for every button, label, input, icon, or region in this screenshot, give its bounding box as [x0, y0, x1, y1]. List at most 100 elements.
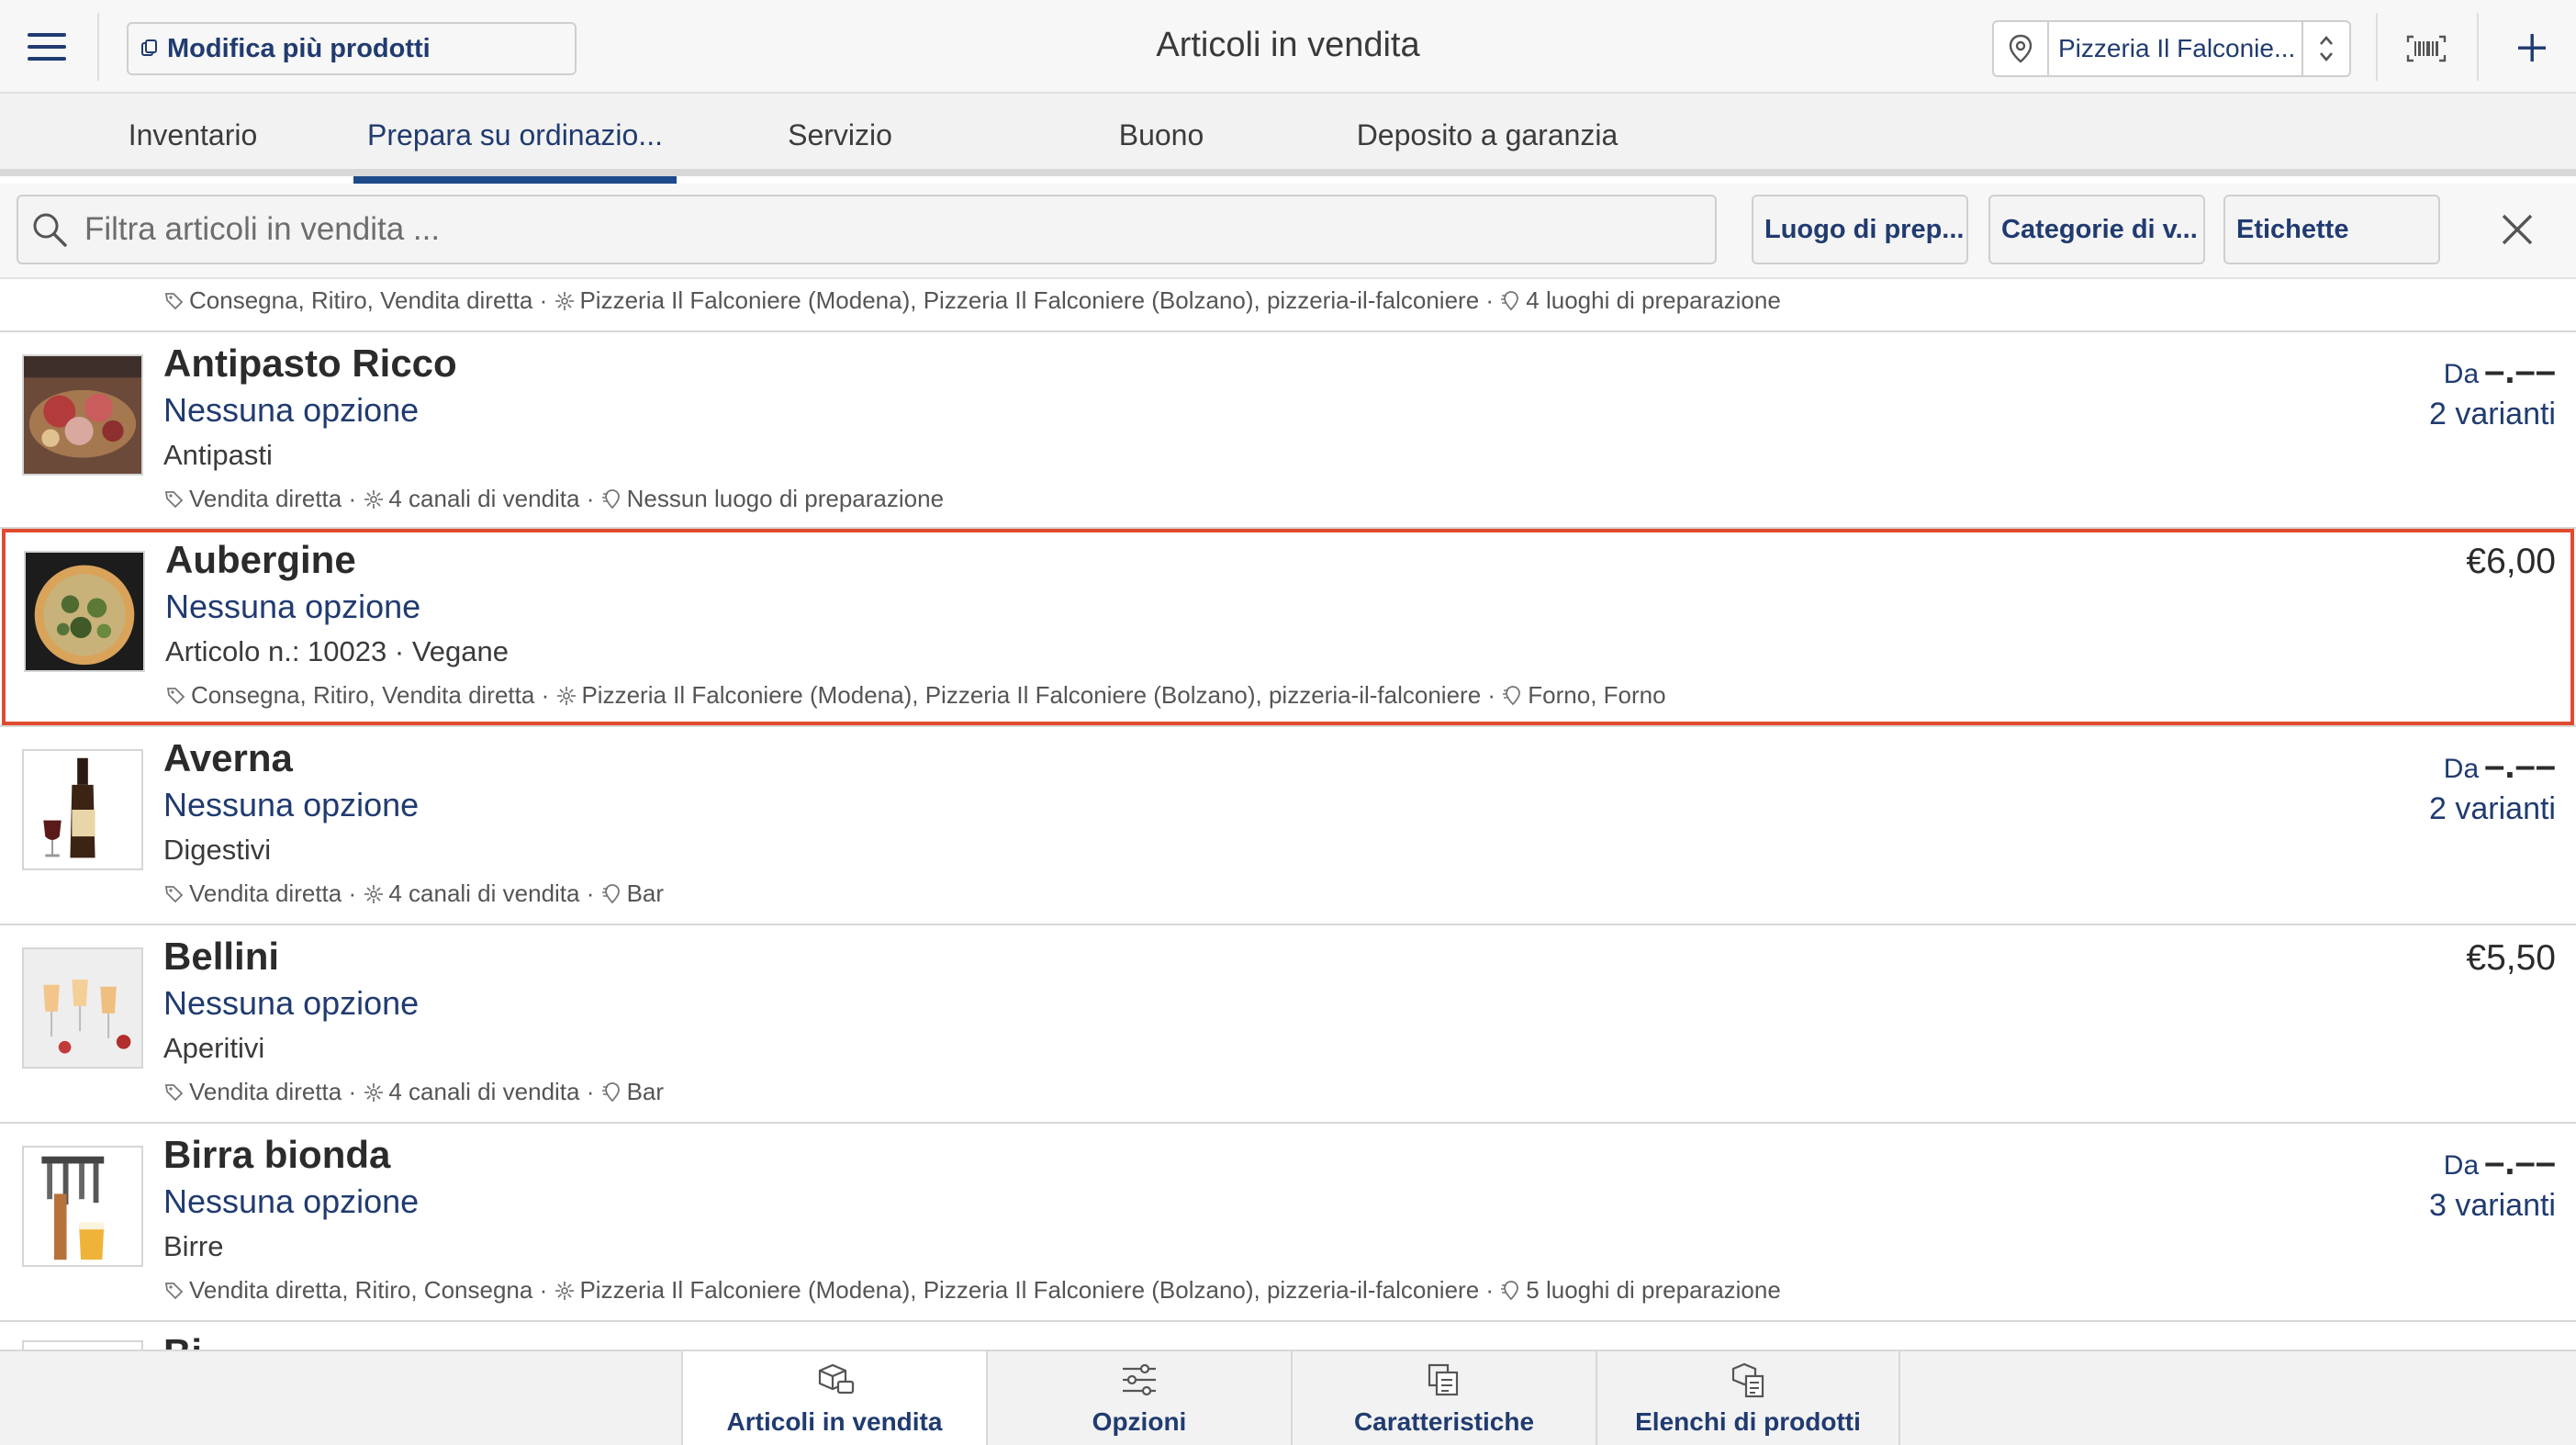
- stores-text: 4 canali di vendita: [388, 1078, 580, 1105]
- product-image-antipasto: [22, 354, 143, 476]
- product-list-icon: [1731, 1362, 1764, 1398]
- bottom-tab-label: Opzioni: [1092, 1407, 1187, 1436]
- list-item[interactable]: Birra bionda Nessuna opzione Birre Vendi…: [0, 1124, 2576, 1318]
- product-category: Birre: [163, 1230, 224, 1262]
- list-item-partial[interactable]: Bi...: [0, 1322, 2576, 1350]
- bottom-tab-label: Caratteristiche: [1353, 1407, 1535, 1436]
- price-value: –.––: [2484, 351, 2556, 391]
- product-name: Bellini: [163, 935, 280, 978]
- product-category: Aperitivi: [163, 1032, 265, 1064]
- product-category: Articolo n.: 10023 · Vegane: [165, 635, 509, 667]
- variants-count: 3 varianti: [2429, 1188, 2556, 1223]
- price-prefix: Da: [2443, 1150, 2480, 1181]
- sliders-icon: [1123, 1363, 1156, 1396]
- preparation-place-icon: [1501, 1281, 1519, 1301]
- box-tag-icon: [818, 1363, 855, 1395]
- channels-text: Consegna, Ritiro, Vendita diretta: [189, 286, 533, 314]
- product-image-bellini: [22, 947, 143, 1069]
- divider: [97, 13, 99, 81]
- add-plus-icon[interactable]: [2506, 22, 2558, 73]
- product-meta: Vendita diretta · 4 canali di vendita · …: [163, 485, 944, 513]
- stores-text: Pizzeria Il Falconiere (Modena), Pizzeri…: [581, 681, 1482, 709]
- location-value: Pizzeria Il Falconie...: [2058, 34, 2296, 62]
- bottom-tab-label: Elenchi di prodotti: [1635, 1407, 1861, 1436]
- bottom-navigation: Articoli in vendita Opzioni Caratteristi…: [0, 1350, 2576, 1445]
- search-input[interactable]: [84, 211, 1645, 248]
- edit-multiple-icon: [141, 39, 157, 56]
- tab-inventario[interactable]: Inventario: [92, 94, 294, 176]
- tab-buono[interactable]: Buono: [1065, 94, 1258, 176]
- sales-channels-icon: [364, 490, 384, 509]
- bottom-tab-opzioni[interactable]: Opzioni: [986, 1351, 1291, 1445]
- top-header: Modifica più prodotti Articoli in vendit…: [0, 0, 2576, 94]
- filter-labels-button[interactable]: Etichette: [2223, 195, 2440, 264]
- channels-text: Vendita diretta: [189, 485, 342, 512]
- price-value: –.––: [2484, 1142, 2556, 1182]
- tags-icon: [164, 293, 184, 310]
- product-meta: Consegna, Ritiro, Vendita diretta · Pizz…: [165, 681, 1666, 710]
- variants-count: 2 varianti: [2429, 791, 2556, 826]
- list-item-selected[interactable]: Aubergine Nessuna opzione Articolo n.: 1…: [2, 529, 2574, 725]
- list-item[interactable]: Averna Nessuna opzione Digestivi Vendita…: [0, 727, 2576, 922]
- sales-channels-icon: [364, 1083, 384, 1102]
- tab-prepara-su-ordinazione[interactable]: Prepara su ordinazio...: [353, 94, 677, 184]
- filter-bar: Luogo di prep... Categorie di v... Etich…: [0, 184, 2576, 279]
- map-pin-icon: [1994, 22, 2049, 75]
- product-category: Digestivi: [163, 834, 272, 866]
- list-item[interactable]: Bellini Nessuna opzione Aperitivi Vendit…: [0, 925, 2576, 1120]
- product-option: Nessuna opzione: [163, 786, 420, 823]
- product-meta: Vendita diretta, Ritiro, Consegna · Pizz…: [163, 1276, 1781, 1305]
- search-box[interactable]: [17, 195, 1717, 264]
- product-name: Birra bionda: [163, 1133, 391, 1176]
- product-name: Bi...: [163, 1331, 234, 1350]
- price-range: Da –.––: [2444, 351, 2556, 392]
- preparation-place-icon: [601, 884, 620, 904]
- chevron-up-down-icon: [2302, 22, 2349, 75]
- channels-text: Vendita diretta: [189, 879, 342, 907]
- sales-channels-icon: [364, 885, 384, 903]
- filter-categories-button[interactable]: Categorie di v...: [1988, 195, 2205, 264]
- tab-servizio[interactable]: Servizio: [744, 94, 936, 176]
- prep-text: Nessun luogo di preparazione: [626, 485, 945, 512]
- attributes-icon: [1428, 1363, 1459, 1396]
- prep-text: Bar: [626, 879, 665, 907]
- preparation-place-icon: [1501, 291, 1519, 311]
- bottom-tab-articoli-in-vendita[interactable]: Articoli in vendita: [681, 1351, 986, 1445]
- product-category: Antipasti: [163, 439, 273, 471]
- hamburger-menu-icon[interactable]: [0, 0, 94, 94]
- channels-text: Vendita diretta, Ritiro, Consegna: [189, 1276, 533, 1304]
- edit-multiple-products-button[interactable]: Modifica più prodotti: [127, 22, 577, 75]
- variants-count: 2 varianti: [2429, 397, 2556, 431]
- search-icon: [33, 213, 67, 247]
- product-image-birra-bionda: [22, 1146, 143, 1267]
- close-icon[interactable]: [2493, 206, 2541, 253]
- tab-deposito-a-garanzia[interactable]: Deposito a garanzia: [1340, 94, 1634, 176]
- price-range: Da –.––: [2444, 745, 2556, 787]
- tags-icon: [166, 688, 185, 705]
- sales-channels-icon: [555, 292, 575, 310]
- price-prefix: Da: [2443, 359, 2480, 389]
- page-title: Articoli in vendita: [1156, 26, 1420, 64]
- product-image-partial: [22, 1340, 143, 1350]
- stores-text: Pizzeria Il Falconiere (Modena), Pizzeri…: [579, 1276, 1480, 1304]
- products-list[interactable]: Consegna, Ritiro, Vendita diretta · Pizz…: [0, 279, 2576, 1350]
- edit-multiple-label: Modifica più prodotti: [167, 33, 431, 63]
- bottom-tab-label: Articoli in vendita: [726, 1407, 943, 1436]
- barcode-scanner-icon[interactable]: [2405, 28, 2447, 70]
- preparation-place-icon: [601, 1082, 620, 1103]
- sales-channels-icon: [557, 687, 577, 705]
- list-item[interactable]: Antipasto Ricco Nessuna opzione Antipast…: [0, 332, 2576, 527]
- tags-icon: [164, 491, 184, 509]
- filter-preparation-place-button[interactable]: Luogo di prep...: [1752, 195, 1968, 264]
- location-selector[interactable]: Pizzeria Il Falconie...: [1992, 20, 2351, 77]
- prep-text: Bar: [626, 1078, 665, 1105]
- sales-channels-icon: [555, 1282, 575, 1300]
- previous-item-meta: Consegna, Ritiro, Vendita diretta · Pizz…: [163, 286, 1781, 315]
- channels-text: Vendita diretta: [189, 1078, 342, 1105]
- tags-icon: [164, 1283, 184, 1300]
- bottom-tab-elenchi-di-prodotti[interactable]: Elenchi di prodotti: [1596, 1351, 1900, 1445]
- price-value: €5,50: [2466, 938, 2556, 978]
- preparation-place-icon: [601, 489, 620, 510]
- bottom-tab-caratteristiche[interactable]: Caratteristiche: [1291, 1351, 1596, 1445]
- tags-icon: [164, 886, 184, 903]
